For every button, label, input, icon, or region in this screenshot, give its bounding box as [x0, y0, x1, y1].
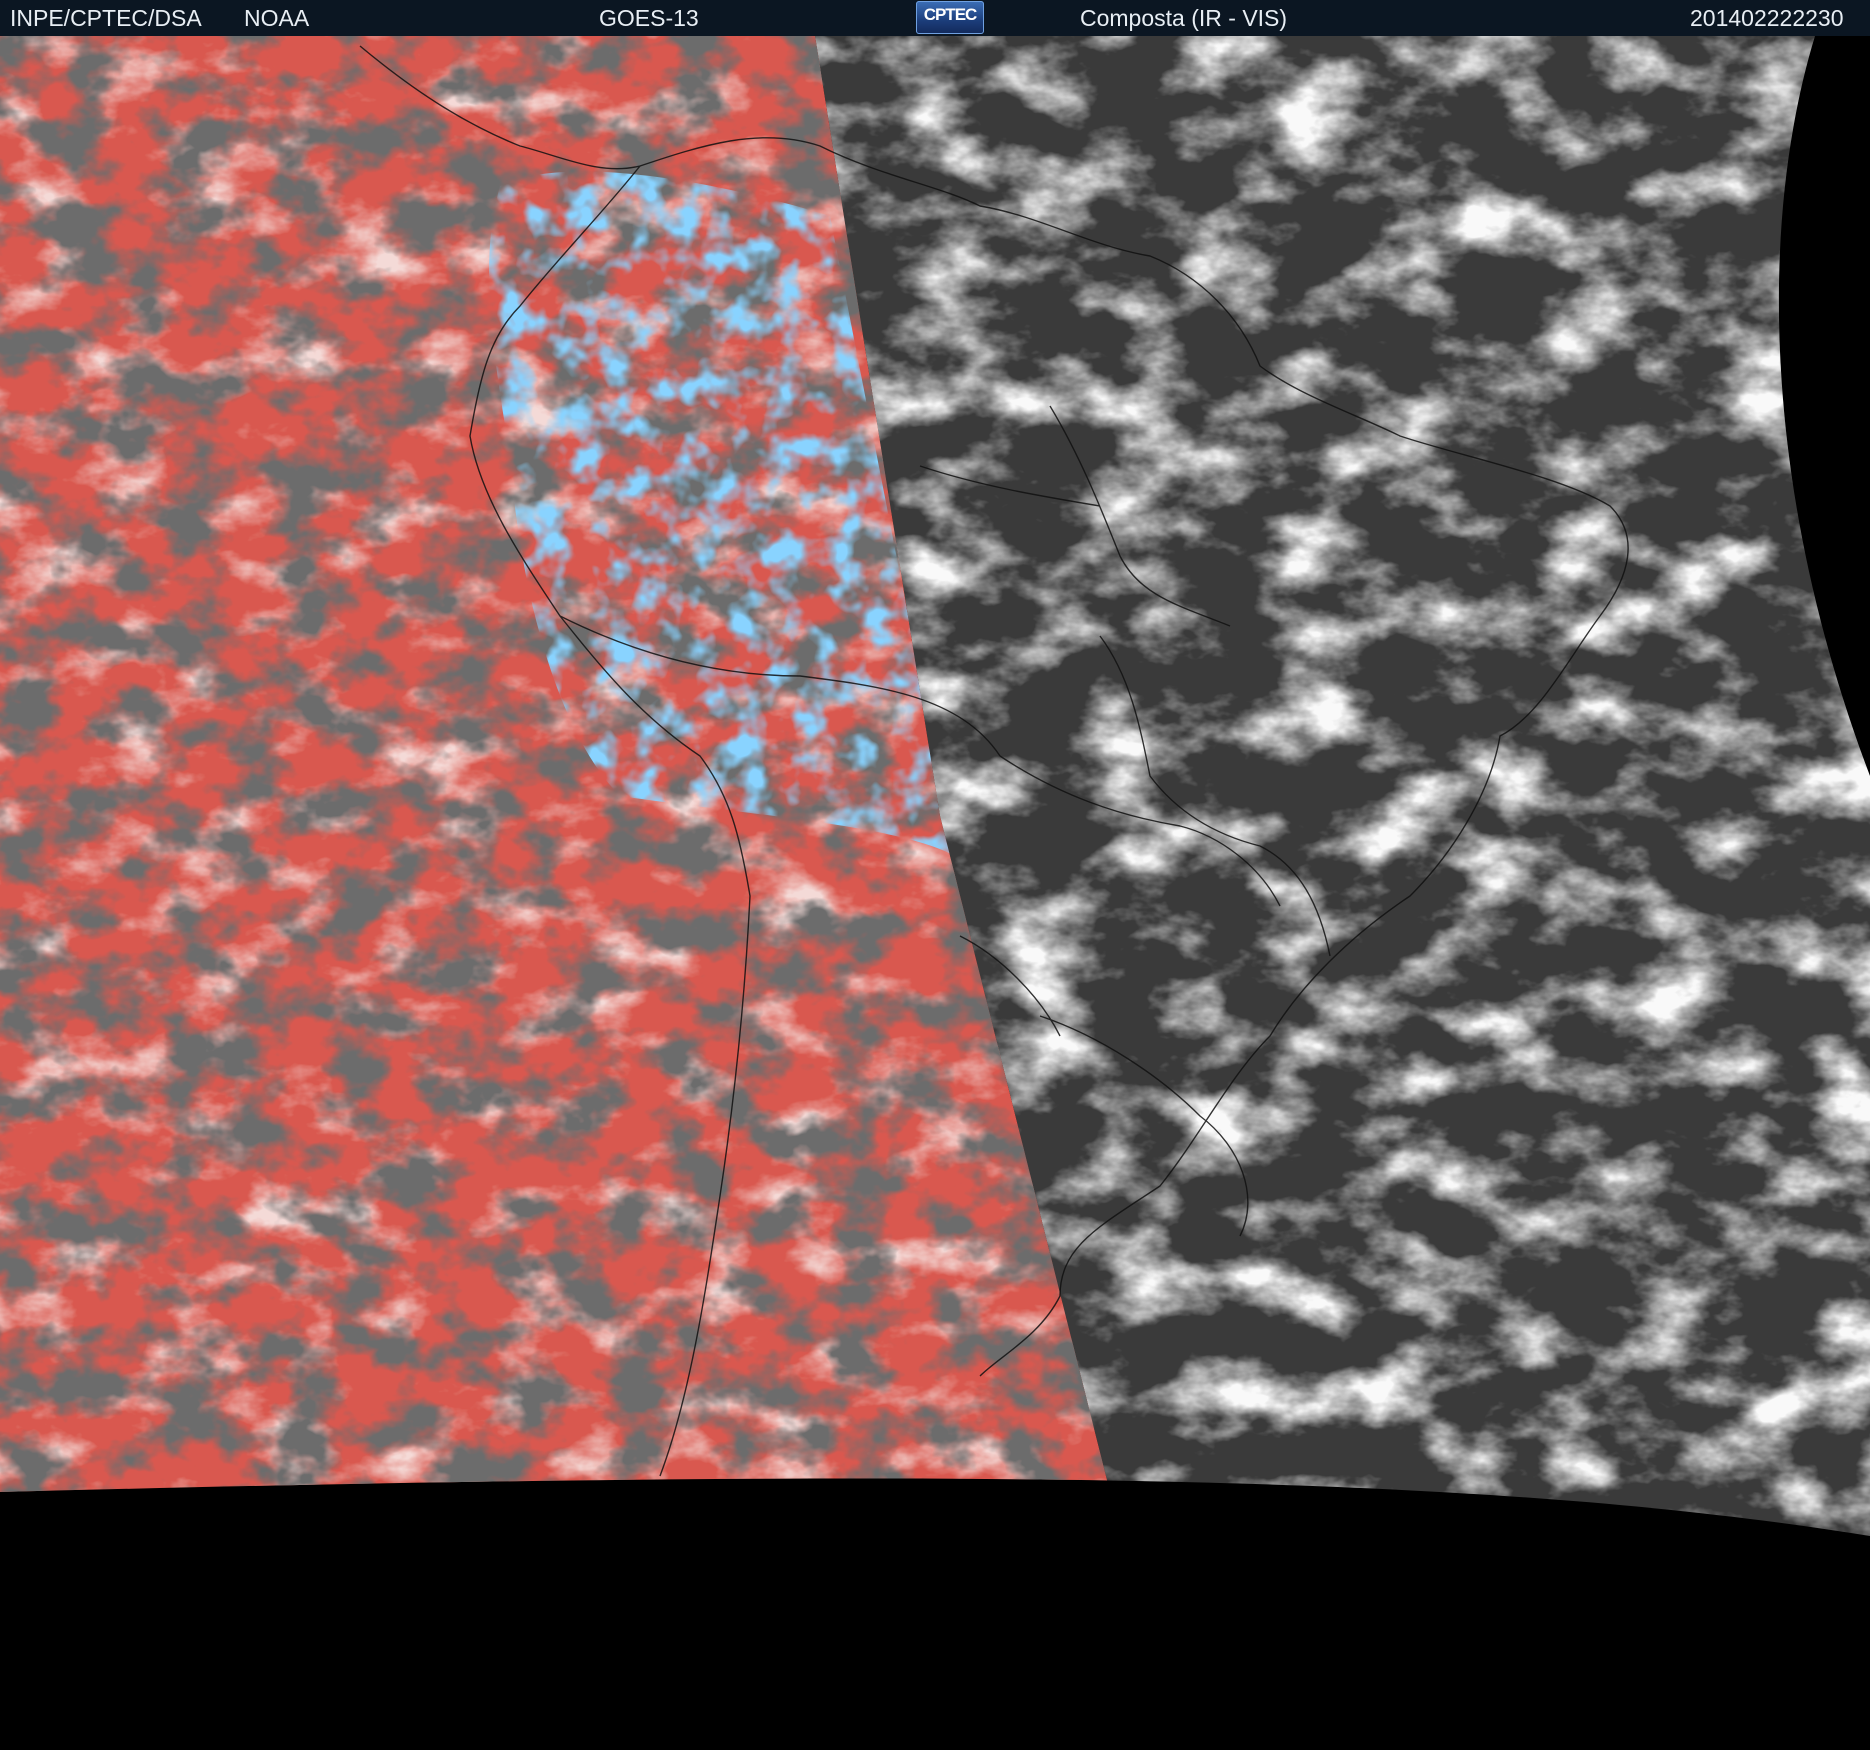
satellite-label: GOES-13 [599, 5, 699, 31]
product-label: Composta (IR - VIS) [1080, 5, 1288, 31]
cptec-logo: CPTEC [916, 1, 984, 34]
timestamp-label: 201402222230 [1690, 5, 1844, 31]
satellite-image [0, 36, 1870, 1750]
source-label: INPE/CPTEC/DSA [10, 5, 202, 31]
header-bar: INPE/CPTEC/DSA NOAA GOES-13 CPTEC Compos… [0, 0, 1870, 36]
agency-label: NOAA [244, 5, 310, 31]
